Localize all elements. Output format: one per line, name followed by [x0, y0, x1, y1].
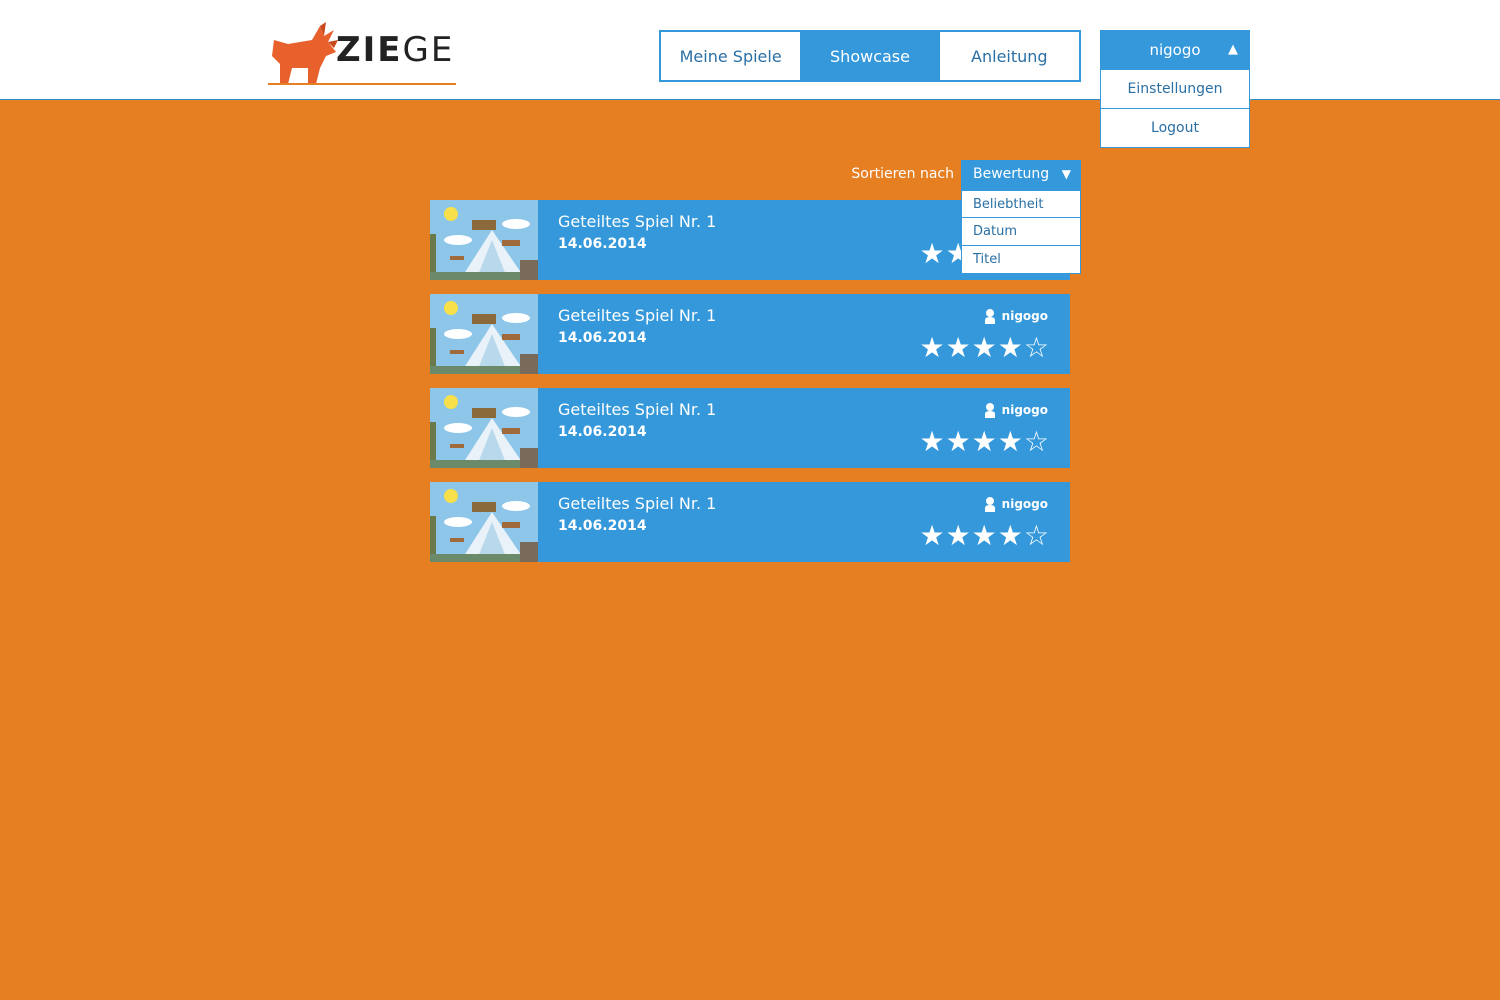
sort-label: Sortieren nach: [851, 166, 954, 182]
game-card[interactable]: Geteiltes Spiel Nr. 1 14.06.2014 nigogo …: [430, 388, 1070, 468]
star-filled-icon[interactable]: ★: [972, 331, 998, 364]
sort-options-list: Beliebtheit Datum Titel: [961, 190, 1081, 274]
game-title[interactable]: Geteiltes Spiel Nr. 1: [558, 494, 716, 513]
star-filled-icon[interactable]: ★: [919, 425, 945, 458]
star-filled-icon[interactable]: ★: [972, 519, 998, 552]
star-rating: ★★★★☆: [919, 334, 1050, 362]
star-filled-icon[interactable]: ★: [946, 331, 972, 364]
user-icon: [984, 403, 995, 418]
tab-showcase[interactable]: Showcase: [800, 32, 940, 80]
user-icon: [984, 309, 995, 324]
star-filled-icon[interactable]: ★: [972, 425, 998, 458]
star-filled-icon[interactable]: ★: [998, 425, 1024, 458]
star-filled-icon[interactable]: ★: [998, 331, 1024, 364]
author-name: nigogo: [1001, 403, 1048, 417]
star-rating: ★★★★☆: [919, 428, 1050, 456]
star-empty-icon[interactable]: ☆: [1024, 519, 1050, 552]
star-filled-icon[interactable]: ★: [946, 425, 972, 458]
game-title[interactable]: Geteiltes Spiel Nr. 1: [558, 212, 716, 231]
star-filled-icon[interactable]: ★: [919, 519, 945, 552]
game-date: 14.06.2014: [558, 236, 647, 252]
sort-dropdown[interactable]: Bewertung ▼: [961, 160, 1081, 190]
game-author: nigogo: [984, 496, 1048, 512]
menu-item-einstellungen[interactable]: Einstellungen: [1100, 70, 1250, 109]
game-title[interactable]: Geteiltes Spiel Nr. 1: [558, 306, 716, 325]
game-card[interactable]: Geteiltes Spiel Nr. 1 14.06.2014 nigogo …: [430, 294, 1070, 374]
username-label: nigogo: [1149, 41, 1201, 59]
user-icon: [984, 497, 995, 512]
star-filled-icon[interactable]: ★: [919, 237, 945, 270]
game-thumbnail[interactable]: [430, 200, 538, 280]
caret-up-icon: ▲: [1228, 42, 1238, 57]
user-menu: nigogo ▲ Einstellungen Logout: [1100, 30, 1250, 148]
sort-option-titel[interactable]: Titel: [961, 246, 1081, 274]
star-rating: ★★★★☆: [919, 522, 1050, 550]
author-name: nigogo: [1001, 309, 1048, 323]
game-date: 14.06.2014: [558, 424, 647, 440]
star-filled-icon[interactable]: ★: [998, 519, 1024, 552]
star-empty-icon[interactable]: ☆: [1024, 425, 1050, 458]
logo-wordmark: ZIEGE: [336, 30, 455, 70]
ziege-logo[interactable]: ZIEGE: [268, 22, 458, 86]
main-nav: Meine Spiele Showcase Anleitung: [659, 30, 1081, 82]
author-name: nigogo: [1001, 497, 1048, 511]
game-thumbnail[interactable]: [430, 294, 538, 374]
game-thumbnail[interactable]: [430, 388, 538, 468]
logo-underline: [268, 83, 456, 85]
goat-logo-icon: [272, 22, 338, 84]
star-empty-icon[interactable]: ☆: [1024, 331, 1050, 364]
game-thumbnail[interactable]: [430, 482, 538, 562]
tab-meine-spiele[interactable]: Meine Spiele: [661, 32, 801, 80]
game-title[interactable]: Geteiltes Spiel Nr. 1: [558, 400, 716, 419]
user-menu-button[interactable]: nigogo ▲: [1100, 30, 1250, 70]
star-filled-icon[interactable]: ★: [946, 519, 972, 552]
game-author: nigogo: [984, 308, 1048, 324]
star-filled-icon[interactable]: ★: [919, 331, 945, 364]
menu-item-logout[interactable]: Logout: [1100, 109, 1250, 148]
sort-option-beliebtheit[interactable]: Beliebtheit: [961, 190, 1081, 218]
sort-selected-value: Bewertung: [973, 166, 1050, 182]
caret-down-icon: ▼: [1061, 167, 1071, 181]
game-date: 14.06.2014: [558, 518, 647, 534]
header-bar: ZIEGE Meine Spiele Showcase Anleitung: [0, 0, 1500, 100]
game-date: 14.06.2014: [558, 330, 647, 346]
tab-anleitung[interactable]: Anleitung: [939, 32, 1079, 80]
game-author: nigogo: [984, 402, 1048, 418]
game-card[interactable]: Geteiltes Spiel Nr. 1 14.06.2014 nigogo …: [430, 482, 1070, 562]
sort-option-datum[interactable]: Datum: [961, 218, 1081, 246]
